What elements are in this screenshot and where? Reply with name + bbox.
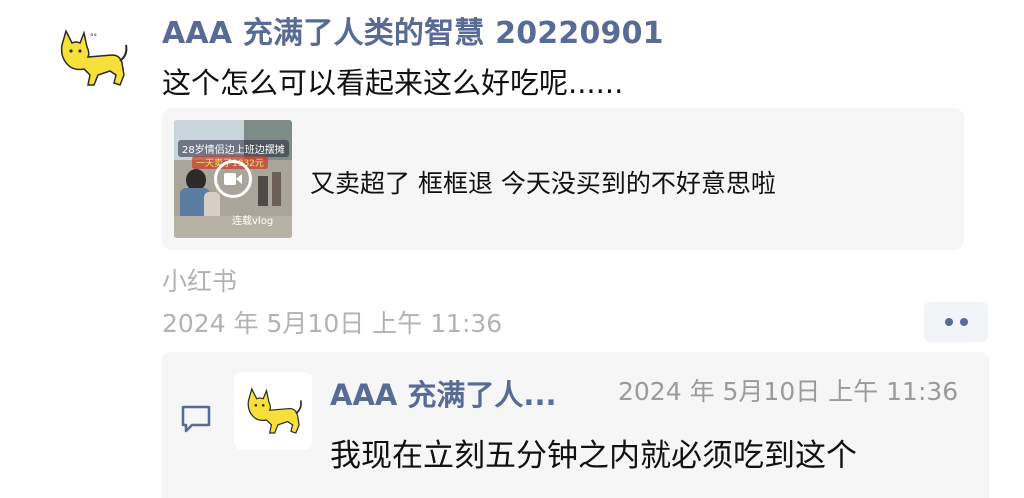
yellow-cat-icon <box>247 387 302 434</box>
yellow-cat-icon: °° <box>60 28 128 86</box>
comment-icon <box>181 405 211 433</box>
svg-text:°°: °° <box>90 33 97 41</box>
shared-link-card[interactable]: 28岁情侣边上班边摆摊 一天卖了1032元 连载vlog 又卖超了 框框退 今天… <box>162 108 964 250</box>
video-thumbnail[interactable]: 28岁情侣边上班边摆摊 一天卖了1032元 连载vlog <box>174 120 292 238</box>
post-text: 这个怎么可以看起来这么好吃呢...... <box>162 66 624 100</box>
video-play-icon[interactable] <box>214 160 252 198</box>
more-dots-icon[interactable] <box>924 302 988 342</box>
moments-post: °° AAA 充满了人类的智慧 20220901 这个怎么可以看起来这么好吃呢.… <box>0 0 1024 498</box>
source-label[interactable]: 小红书 <box>162 262 237 298</box>
link-card-title: 又卖超了 框框退 今天没买到的不好意思啦 <box>310 169 776 198</box>
dot <box>944 318 953 326</box>
post-timestamp: 2024 年 5月10日 上午 11:36 <box>162 309 503 338</box>
author-name[interactable]: AAA 充满了人类的智慧 20220901 <box>162 8 664 52</box>
thumbnail-caption: 28岁情侣边上班边摆摊 <box>178 140 289 157</box>
comment-text[interactable]: 我现在立刻五分钟之内就必须吃到这个 <box>330 430 857 475</box>
commenter-name[interactable]: AAA 充满了人... <box>330 372 556 414</box>
thumbnail-tag: 连载vlog <box>232 216 274 227</box>
commenter-avatar[interactable] <box>234 372 312 450</box>
author-avatar[interactable]: °° <box>52 18 132 98</box>
comment-time: 2024 年 5月10日 上午 11:36 <box>618 377 959 406</box>
dot <box>959 318 968 326</box>
